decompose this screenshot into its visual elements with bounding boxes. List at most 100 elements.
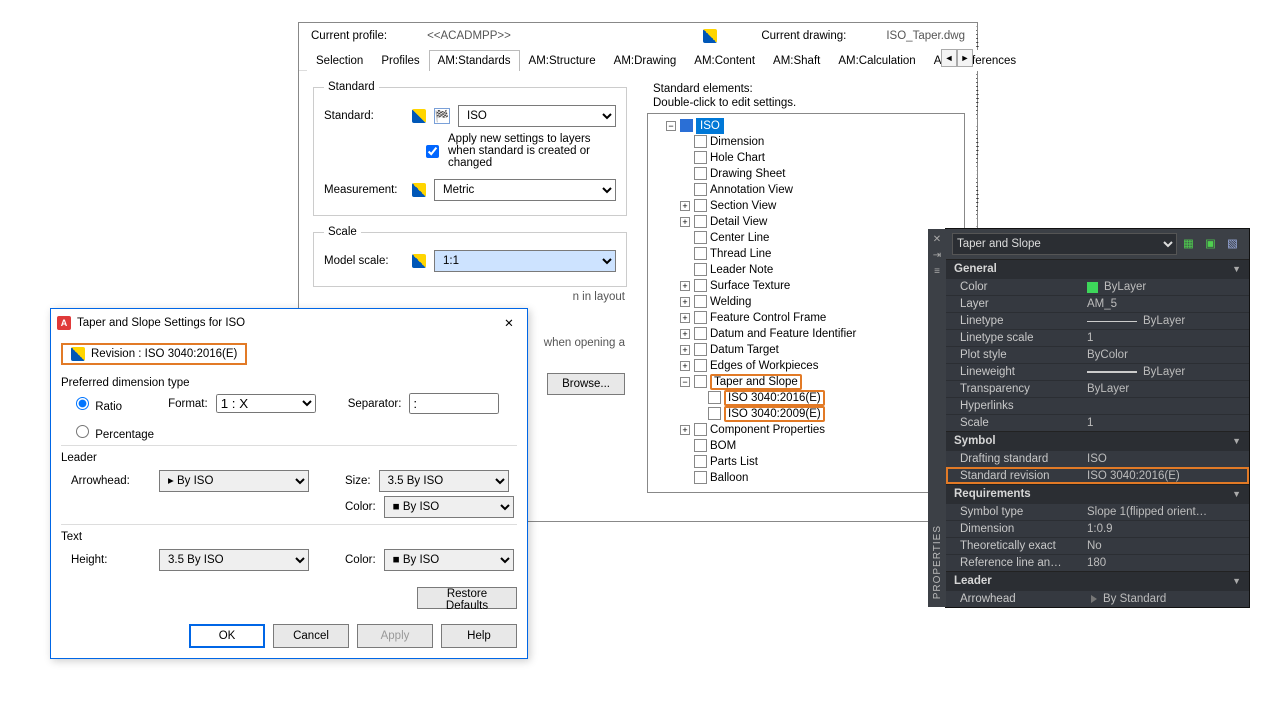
leader-color-dropdown[interactable]: ■ By ISO: [384, 496, 514, 518]
leader-size-dropdown[interactable]: 3.5 By ISO: [379, 470, 509, 492]
tree-item[interactable]: BOM: [710, 440, 736, 452]
arrowhead-dropdown[interactable]: ▸ By ISO: [159, 470, 309, 492]
palette-row[interactable]: Linetype scale1: [946, 329, 1249, 346]
palette-close-icon[interactable]: ✕: [931, 233, 943, 245]
tree-item[interactable]: Leader Note: [710, 264, 773, 276]
apply-settings-checkbox[interactable]: [426, 145, 439, 158]
tree-item[interactable]: Component Properties: [710, 424, 825, 436]
palette-row[interactable]: LineweightByLayer: [946, 363, 1249, 380]
palette-group-leader[interactable]: Leader▼: [946, 571, 1249, 590]
tree-item[interactable]: Edges of Workpieces: [710, 360, 818, 372]
tree-item[interactable]: Parts List: [710, 456, 758, 468]
tree-item[interactable]: Detail View: [710, 216, 767, 228]
tab-nav-prev[interactable]: ◄: [941, 49, 957, 67]
tab-am-shaft[interactable]: AM:Shaft: [764, 50, 829, 71]
current-profile-value: <<ACADMPP>>: [427, 30, 511, 42]
tree-item[interactable]: Drawing Sheet: [710, 168, 785, 180]
tree-item[interactable]: ISO 3040:2009(E): [728, 408, 821, 420]
tab-profiles[interactable]: Profiles: [372, 50, 428, 71]
palette-group-symbol[interactable]: Symbol▼: [946, 431, 1249, 450]
dialog-title: Taper and Slope Settings for ISO: [77, 317, 245, 329]
tree-item[interactable]: Welding: [710, 296, 751, 308]
tree-node-icon: [694, 375, 707, 388]
palette-menu-icon[interactable]: ≡: [931, 265, 943, 277]
palette-row[interactable]: Hyperlinks: [946, 397, 1249, 414]
palette-pim-icon[interactable]: ▧: [1227, 236, 1243, 252]
palette-row[interactable]: Dimension1:0.9: [946, 520, 1249, 537]
tree-toggle[interactable]: −: [666, 121, 676, 131]
palette-quickselect-icon[interactable]: ▦: [1183, 236, 1199, 252]
palette-row[interactable]: Theoretically exactNo: [946, 537, 1249, 554]
ratio-radio[interactable]: Ratio: [71, 394, 122, 413]
tree-item[interactable]: Thread Line: [710, 248, 771, 260]
tree-item[interactable]: ISO 3040:2016(E): [728, 392, 821, 404]
tree-node-icon: [694, 151, 707, 164]
measurement-dropdown[interactable]: Metric: [434, 179, 616, 201]
tree-root-node[interactable]: ISO: [696, 118, 724, 134]
palette-pin-icon[interactable]: ⇥: [931, 249, 943, 261]
apply-button[interactable]: Apply: [357, 624, 433, 648]
tree-item[interactable]: Dimension: [710, 136, 764, 148]
tab-am-structure[interactable]: AM:Structure: [520, 50, 605, 71]
tree-item[interactable]: Annotation View: [710, 184, 793, 196]
linetype-icon: [1087, 321, 1137, 322]
separator-input[interactable]: [409, 393, 499, 414]
standard-dropdown[interactable]: ISO: [458, 105, 616, 127]
close-button[interactable]: ✕: [497, 313, 521, 333]
tree-item[interactable]: Hole Chart: [710, 152, 765, 164]
tree-node-icon: [694, 183, 707, 196]
palette-row[interactable]: LinetypeByLayer: [946, 312, 1249, 329]
tab-am-drawing[interactable]: AM:Drawing: [605, 50, 686, 71]
cancel-button[interactable]: Cancel: [273, 624, 349, 648]
palette-row[interactable]: Reference line an…180: [946, 554, 1249, 571]
format-dropdown[interactable]: 1 : X: [216, 394, 316, 413]
ok-button[interactable]: OK: [189, 624, 265, 648]
standard-elements-label: Standard elements:: [653, 83, 965, 95]
palette-row[interactable]: Symbol typeSlope 1(flipped orient…: [946, 503, 1249, 520]
tree-item[interactable]: Center Line: [710, 232, 769, 244]
browse-button[interactable]: Browse...: [547, 373, 625, 395]
palette-row[interactable]: Plot styleByColor: [946, 346, 1249, 363]
tab-selection[interactable]: Selection: [307, 50, 372, 71]
tab-nav-next[interactable]: ►: [957, 49, 973, 67]
tree-item[interactable]: Feature Control Frame: [710, 312, 826, 324]
tree-item[interactable]: Datum Target: [710, 344, 779, 356]
tree-node-icon: [694, 423, 707, 436]
help-button[interactable]: Help: [441, 624, 517, 648]
modelscale-dropdown[interactable]: 1:1: [434, 250, 616, 272]
color-swatch-icon: [1087, 282, 1098, 293]
tree-node-icon: [694, 311, 707, 324]
apply-settings-label: Apply new settings to layers when standa…: [448, 133, 616, 169]
palette-row[interactable]: ArrowheadBy Standard: [946, 590, 1249, 607]
palette-row[interactable]: Standard revisionISO 3040:2016(E): [946, 467, 1249, 484]
tab-am-calculation[interactable]: AM:Calculation: [829, 50, 924, 71]
palette-group-general[interactable]: General▼: [946, 259, 1249, 278]
tree-item[interactable]: Taper and Slope: [714, 376, 798, 388]
palette-row[interactable]: Drafting standardISO: [946, 450, 1249, 467]
restore-defaults-button[interactable]: Restore Defaults: [417, 587, 517, 609]
tree-item[interactable]: Section View: [710, 200, 776, 212]
app-icon: [57, 316, 71, 330]
text-color-label: Color:: [345, 554, 376, 566]
percentage-radio[interactable]: Percentage: [71, 422, 154, 441]
palette-group-requirements[interactable]: Requirements▼: [946, 484, 1249, 503]
tab-am-content[interactable]: AM:Content: [685, 50, 764, 71]
standard-elements-hint: Double-click to edit settings.: [653, 97, 965, 109]
palette-row[interactable]: LayerAM_5: [946, 295, 1249, 312]
text-color-dropdown[interactable]: ■ By ISO: [384, 549, 514, 571]
palette-row[interactable]: Scale1: [946, 414, 1249, 431]
palette-object-selector[interactable]: Taper and Slope: [952, 233, 1177, 255]
standard-flag-icon: 🏁: [434, 108, 450, 124]
standard-elements-tree[interactable]: − ISO Dimension Hole Chart Drawing Sheet Anno…: [647, 113, 965, 493]
palette-selectobj-icon[interactable]: ▣: [1205, 236, 1221, 252]
tab-am-standards[interactable]: AM:Standards: [429, 50, 520, 71]
tree-item[interactable]: Surface Texture: [710, 280, 790, 292]
text-height-dropdown[interactable]: 3.5 By ISO: [159, 549, 309, 571]
palette-row[interactable]: ColorByLayer: [946, 278, 1249, 295]
palette-row[interactable]: TransparencyByLayer: [946, 380, 1249, 397]
tree-item[interactable]: Datum and Feature Identifier: [710, 328, 856, 340]
standard-icon: [412, 109, 426, 123]
revision-icon: [71, 347, 85, 361]
tab-am-preferences[interactable]: AM:Preferences: [925, 50, 1025, 71]
tree-item[interactable]: Balloon: [710, 472, 748, 484]
